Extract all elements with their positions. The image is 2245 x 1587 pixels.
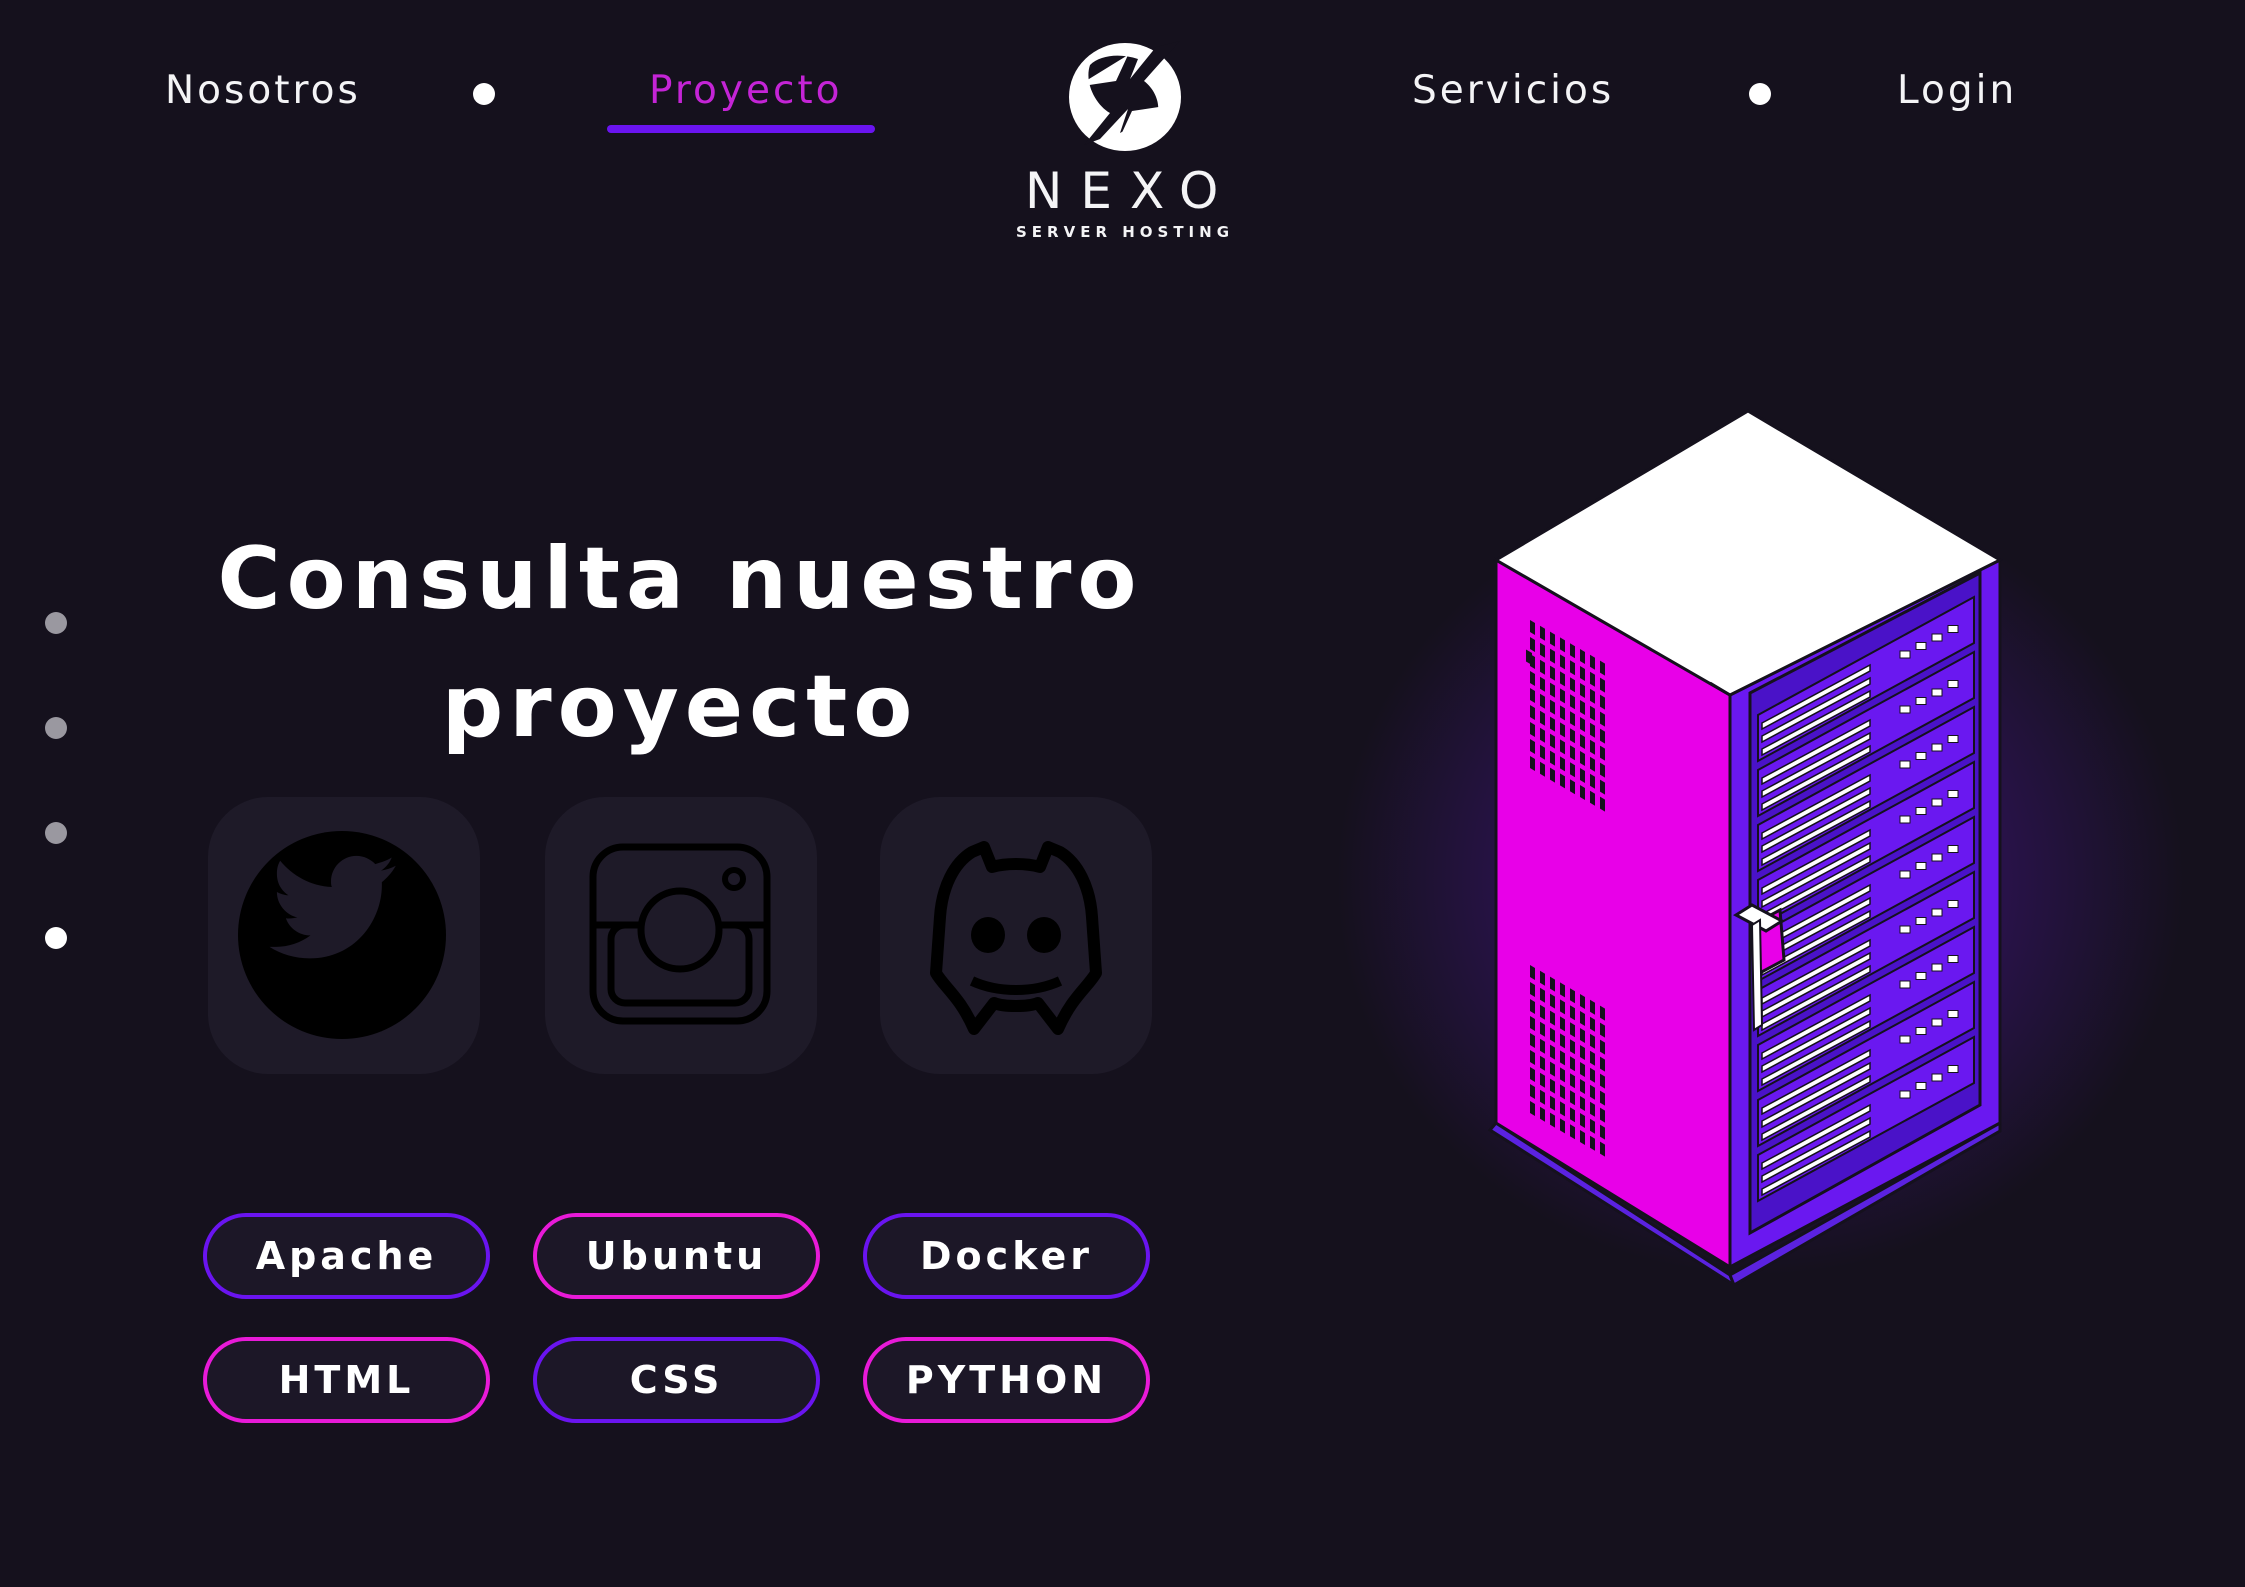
side-pager-dot-4[interactable] [45,927,67,949]
status-led [1947,625,1959,633]
status-led [1899,1035,1911,1044]
nexo-logo[interactable]: NEXO SERVER HOSTING [1005,35,1245,250]
status-led [1931,963,1943,972]
side-pager-dot-2[interactable] [45,717,67,739]
nav-link-servicios[interactable]: Servicios [1412,68,1614,113]
status-led [1915,917,1927,925]
nav-separator-dot [473,83,495,105]
status-led [1947,735,1959,743]
status-led [1931,743,1943,752]
nav-link-login[interactable]: Login [1897,68,2017,113]
status-led [1931,688,1943,697]
status-led [1899,815,1911,824]
tag-ubuntu[interactable]: Ubuntu [533,1213,820,1299]
lightning-logo-icon [1069,41,1181,151]
status-led [1915,1082,1927,1090]
nav-link-nosotros[interactable]: Nosotros [165,68,361,113]
tag-html[interactable]: HTML [203,1337,490,1423]
status-led [1947,900,1959,908]
status-led [1915,972,1927,980]
hero-title-line-2: proyecto [441,657,919,757]
tag-css[interactable]: CSS [533,1337,820,1423]
status-led [1899,1090,1911,1099]
tag-docker[interactable]: Docker [863,1213,1150,1299]
status-led [1931,633,1943,642]
twitter-button[interactable] [208,797,480,1074]
status-led [1931,1073,1943,1082]
status-led [1947,955,1959,963]
status-led [1947,1010,1959,1018]
status-led [1947,1065,1959,1073]
hero-title: Consulta nuestro proyecto [180,515,1180,771]
status-led [1899,925,1911,934]
status-led [1899,980,1911,989]
hero-title-line-1: Consulta nuestro [217,529,1143,629]
status-led [1931,853,1943,862]
status-led [1931,908,1943,917]
tag-apache[interactable]: Apache [203,1213,490,1299]
instagram-button[interactable] [545,797,817,1074]
tag-python[interactable]: PYTHON [863,1337,1150,1423]
logo-wordmark: NEXO [1025,162,1237,220]
logo-subtitle: SERVER HOSTING [1015,223,1234,241]
twitter-icon [238,831,446,1039]
side-pager-dot-1[interactable] [45,612,67,634]
nav-separator-dot [1749,83,1771,105]
status-led [1899,650,1911,659]
status-led [1947,680,1959,688]
server-rack-icon [1487,409,2004,1285]
status-led [1899,705,1911,714]
nav-link-proyecto[interactable]: Proyecto [649,68,843,113]
status-led [1947,845,1959,853]
status-led [1915,642,1927,650]
status-led [1915,752,1927,760]
instagram-icon [589,843,771,1025]
status-led [1915,807,1927,815]
side-pager-dot-3[interactable] [45,822,67,844]
status-led [1915,862,1927,870]
discord-button[interactable] [880,797,1152,1074]
status-led [1947,790,1959,798]
status-led [1931,798,1943,807]
status-led [1899,760,1911,769]
status-led [1931,1018,1943,1027]
nav-active-indicator [607,125,875,133]
status-led [1915,697,1927,705]
status-led [1899,870,1911,879]
status-led [1915,1027,1927,1035]
discord-icon [930,841,1102,1035]
